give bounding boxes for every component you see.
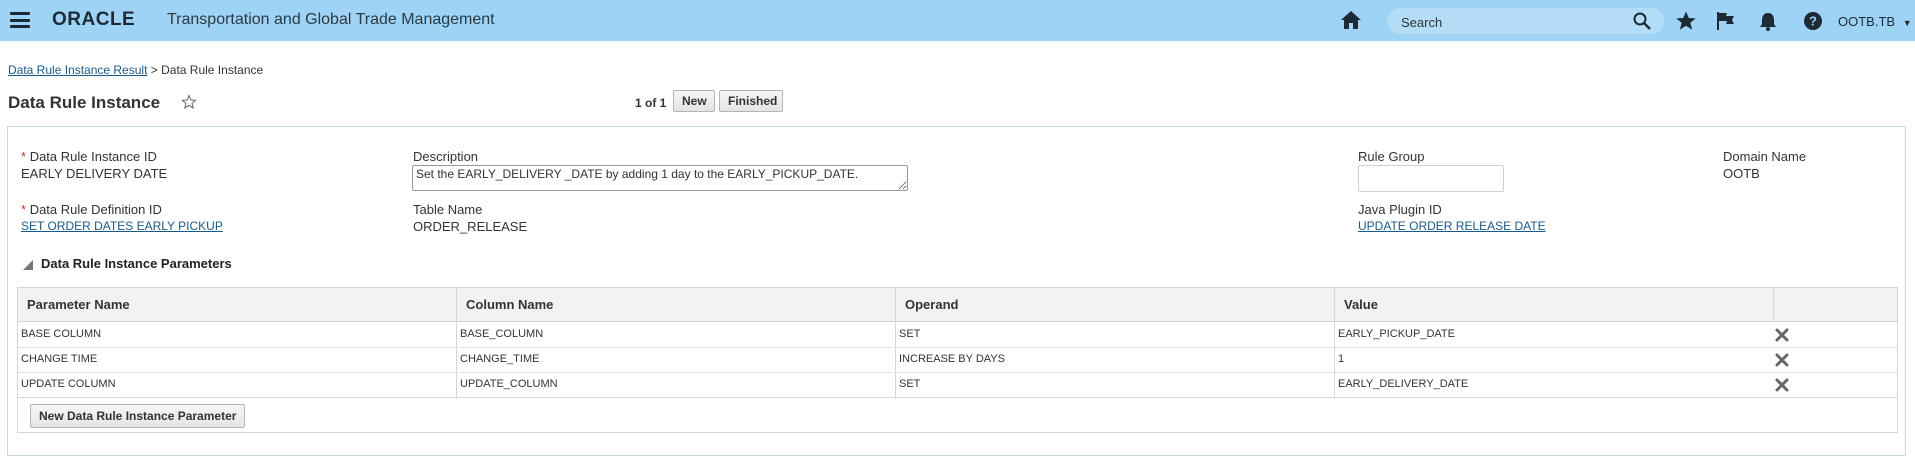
- rule-group-field[interactable]: [1358, 165, 1504, 192]
- app-title: Transportation and Global Trade Manageme…: [167, 11, 495, 28]
- search-box: [1387, 8, 1664, 34]
- cell-operand: INCREASE BY DAYS: [899, 353, 1005, 365]
- cell-parameter-name: CHANGE TIME: [21, 353, 98, 365]
- column-header-value[interactable]: Value: [1344, 297, 1378, 312]
- breadcrumb-separator: >: [150, 63, 158, 77]
- delete-icon[interactable]: [1774, 352, 1790, 368]
- favorite-star-icon[interactable]: [181, 94, 197, 110]
- new-button[interactable]: New: [673, 90, 715, 112]
- domain-name-value: OOTB: [1723, 166, 1760, 181]
- menu-icon[interactable]: [10, 12, 30, 28]
- column-header-operand[interactable]: Operand: [905, 297, 958, 312]
- column-header-column-name[interactable]: Column Name: [466, 297, 553, 312]
- flag-icon[interactable]: [1715, 10, 1737, 32]
- domain-name-label: Domain Name: [1723, 149, 1807, 164]
- table-name-value: ORDER_RELEASE: [413, 219, 528, 234]
- cell-column-name: UPDATE_COLUMN: [460, 378, 558, 390]
- user-menu[interactable]: OOTB.TB ▼: [1838, 14, 1912, 29]
- search-input[interactable]: [1399, 12, 1633, 32]
- star-icon[interactable]: [1675, 10, 1697, 32]
- table-header: Parameter Name Column Name Operand Value: [18, 288, 1897, 322]
- table-name-label: Table Name: [413, 202, 483, 217]
- column-divider: [1773, 288, 1774, 321]
- cell-column-name: BASE_COLUMN: [460, 328, 544, 340]
- cell-value: EARLY_DELIVERY_DATE: [1338, 378, 1469, 390]
- collapse-triangle-icon[interactable]: [23, 260, 33, 270]
- page-title: Data Rule Instance: [8, 93, 161, 112]
- record-pager: 1 of 1: [635, 96, 667, 110]
- oracle-logo: ORACLE: [52, 9, 136, 30]
- definition-id-link[interactable]: SET ORDER DATES EARLY PICKUP: [21, 219, 223, 233]
- home-icon[interactable]: [1340, 10, 1362, 30]
- table-row[interactable]: CHANGE TIME CHANGE_TIME INCREASE BY DAYS…: [18, 347, 1897, 373]
- table-row[interactable]: BASE COLUMN BASE_COLUMN SET EARLY_PICKUP…: [18, 322, 1897, 348]
- table-row[interactable]: UPDATE COLUMN UPDATE_COLUMN SET EARLY_DE…: [18, 372, 1897, 397]
- java-plugin-label: Java Plugin ID: [1358, 202, 1442, 217]
- help-icon[interactable]: ?: [1802, 10, 1824, 32]
- description-field[interactable]: Set the EARLY_DELIVERY _DATE by adding 1…: [412, 165, 908, 191]
- search-icon[interactable]: [1632, 11, 1652, 31]
- chevron-down-icon: ▼: [1902, 18, 1912, 28]
- cell-value: 1: [1338, 353, 1345, 365]
- cell-operand: SET: [899, 328, 921, 340]
- definition-id-label: * Data Rule Definition ID: [21, 202, 162, 217]
- parameters-section-title[interactable]: Data Rule Instance Parameters: [41, 256, 232, 271]
- parameters-table: Parameter Name Column Name Operand Value…: [17, 287, 1898, 398]
- finished-button[interactable]: Finished: [719, 90, 783, 112]
- bell-icon[interactable]: [1757, 10, 1779, 32]
- new-parameter-button[interactable]: New Data Rule Instance Parameter: [30, 404, 246, 428]
- breadcrumb: Data Rule Instance Result > Data Rule In…: [8, 63, 263, 77]
- cell-column-name: CHANGE_TIME: [460, 353, 540, 365]
- top-bar: ORACLE Transportation and Global Trade M…: [0, 0, 1915, 41]
- instance-id-value: EARLY DELIVERY DATE: [21, 166, 168, 181]
- column-header-parameter-name[interactable]: Parameter Name: [27, 297, 130, 312]
- svg-text:?: ?: [1809, 14, 1817, 29]
- user-name: OOTB.TB: [1838, 14, 1896, 29]
- rule-group-label: Rule Group: [1358, 149, 1425, 164]
- delete-icon[interactable]: [1774, 377, 1790, 393]
- java-plugin-link[interactable]: UPDATE ORDER RELEASE DATE: [1358, 219, 1546, 233]
- cell-operand: SET: [899, 378, 921, 390]
- table-footer: [17, 397, 1898, 433]
- breadcrumb-current: Data Rule Instance: [161, 63, 264, 77]
- instance-id-label: * Data Rule Instance ID: [21, 149, 157, 164]
- required-marker: *: [21, 149, 27, 164]
- cell-value: EARLY_PICKUP_DATE: [1338, 328, 1455, 340]
- cell-parameter-name: BASE COLUMN: [21, 328, 102, 340]
- breadcrumb-link-result[interactable]: Data Rule Instance Result: [8, 63, 147, 77]
- delete-icon[interactable]: [1774, 327, 1790, 343]
- required-marker: *: [21, 202, 27, 217]
- description-label: Description: [413, 149, 479, 164]
- cell-parameter-name: UPDATE COLUMN: [21, 378, 116, 390]
